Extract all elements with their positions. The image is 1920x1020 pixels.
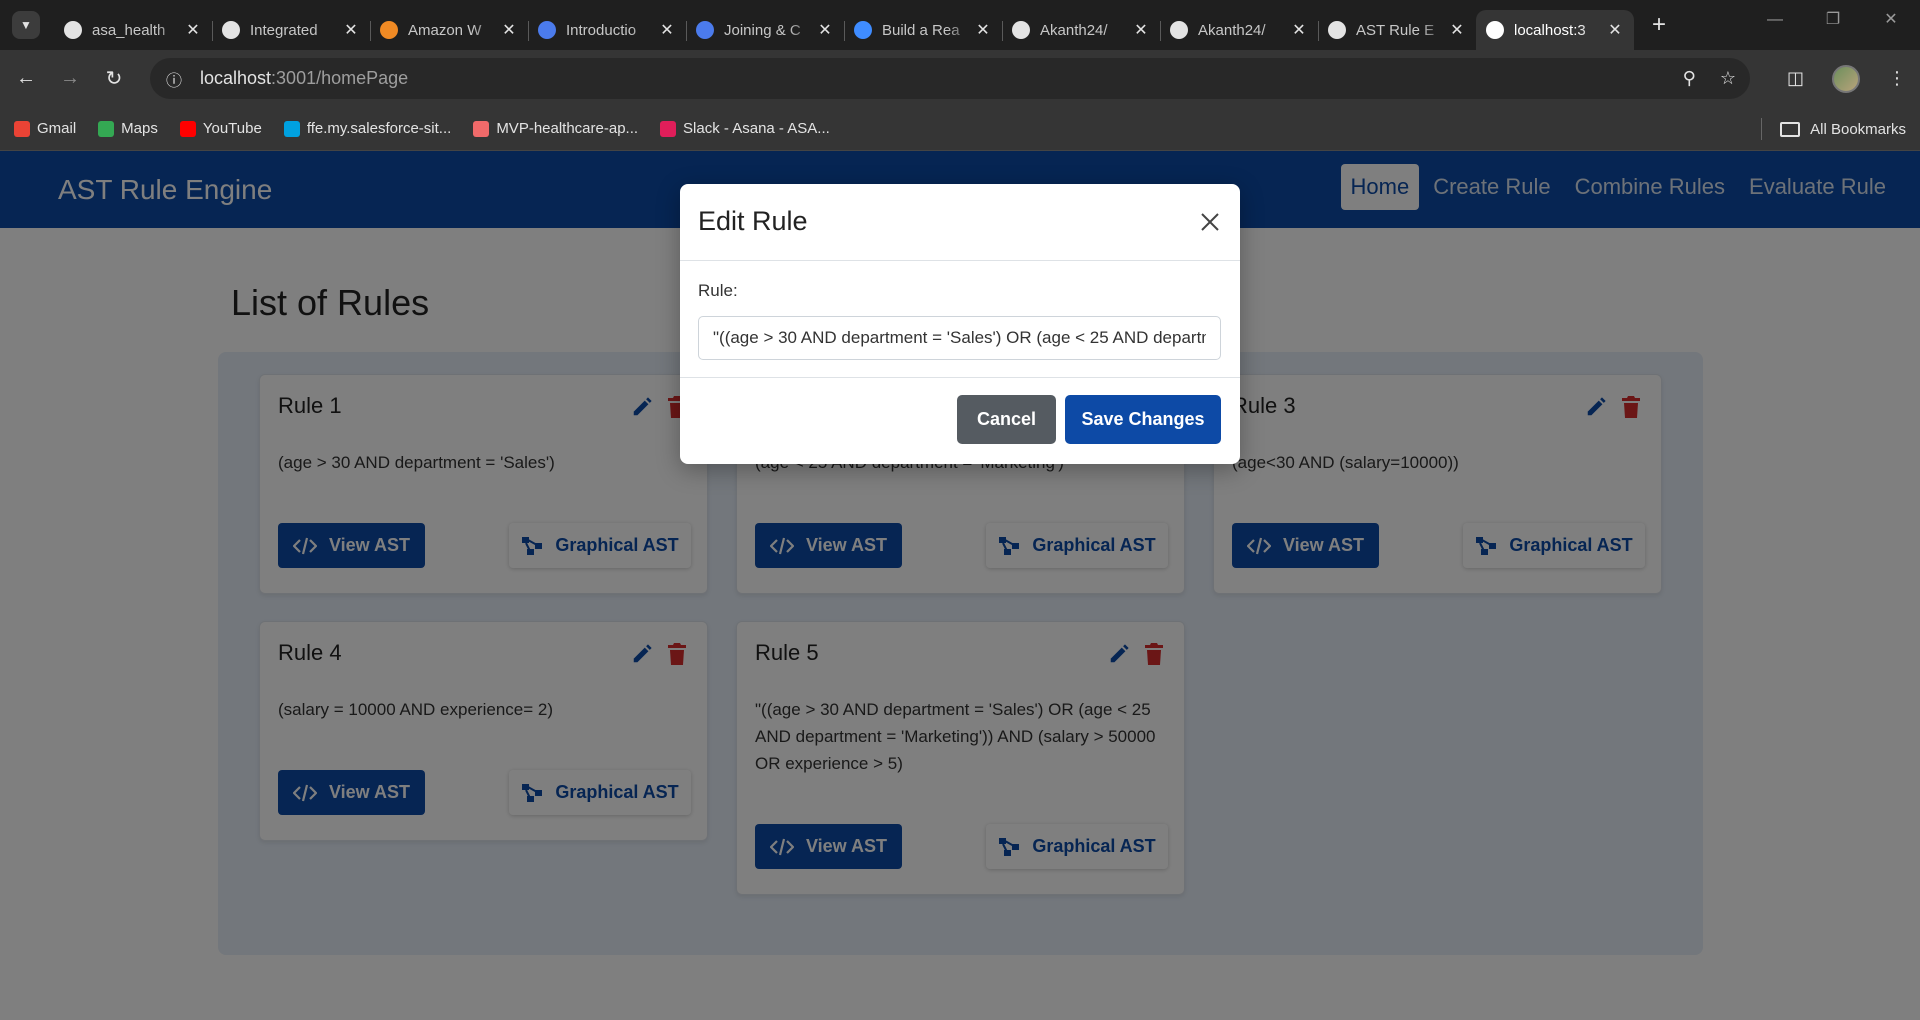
tab-list: asa_health ✕ Integrated ✕ Amazon W ✕ Introduct… xyxy=(54,0,1634,50)
rule-input[interactable] xyxy=(698,316,1221,360)
bookmark-favicon-icon xyxy=(283,120,300,137)
address-bar[interactable]: ⓘ localhost:3001/homePage ⚲ ☆ xyxy=(150,58,1750,99)
bookmark-item[interactable]: YouTube xyxy=(179,120,262,137)
tab-close-icon[interactable]: ✕ xyxy=(1606,20,1624,40)
tab-close-icon[interactable]: ✕ xyxy=(974,20,992,40)
aws-icon xyxy=(380,21,398,39)
browser-tab[interactable]: Integrated ✕ xyxy=(212,10,370,50)
site-info-icon[interactable]: ⓘ xyxy=(156,67,192,91)
bookmark-item[interactable]: Gmail xyxy=(14,120,76,137)
page-viewport: AST Rule Engine HomeCreate RuleCombine R… xyxy=(0,151,1920,1020)
browser-tab[interactable]: AST Rule E ✕ xyxy=(1318,10,1476,50)
browser-tab[interactable]: Akanth24/ ✕ xyxy=(1160,10,1318,50)
bookmark-star-icon[interactable]: ☆ xyxy=(1720,68,1736,89)
tab-close-icon[interactable]: ✕ xyxy=(184,20,202,40)
bookmarks-bar: Gmail Maps YouTube ffe.my.salesforce-sit...… xyxy=(0,107,1920,151)
browser-tab[interactable]: Build a Rea ✕ xyxy=(844,10,1002,50)
browser-tab[interactable]: localhost:3 ✕ xyxy=(1476,10,1634,50)
vercel-icon xyxy=(1486,21,1504,39)
browser-menu-icon[interactable]: ⋮ xyxy=(1888,68,1906,89)
browser-tab[interactable]: Amazon W ✕ xyxy=(370,10,528,50)
tab-search-button[interactable]: ▼ xyxy=(12,11,40,39)
tab-close-icon[interactable]: ✕ xyxy=(1132,20,1150,40)
github-icon xyxy=(1170,21,1188,39)
browser-toolbar: ← → ↻ ⓘ localhost:3001/homePage ⚲ ☆ ◫ ⋮ xyxy=(0,50,1920,107)
guide-icon xyxy=(696,21,714,39)
tab-title: Build a Rea xyxy=(882,21,960,39)
github-icon xyxy=(1012,21,1030,39)
bookmarks-separator xyxy=(1761,118,1763,140)
modal-body: Rule: xyxy=(680,261,1240,378)
bookmark-item[interactable]: Slack - Asana - ASA... xyxy=(660,120,830,137)
restore-button[interactable]: ❐ xyxy=(1804,0,1862,40)
bookmark-label: Slack - Asana - ASA... xyxy=(683,120,830,137)
minimize-button[interactable]: — xyxy=(1746,0,1804,40)
new-tab-button[interactable]: + xyxy=(1652,11,1666,39)
github-icon xyxy=(222,21,240,39)
browser-tab[interactable]: Introductio ✕ xyxy=(528,10,686,50)
bookmark-favicon-icon xyxy=(179,120,196,137)
close-window-button[interactable]: ✕ xyxy=(1862,0,1920,40)
bookmark-list: Gmail Maps YouTube ffe.my.salesforce-sit...… xyxy=(14,120,852,137)
bookmark-favicon-icon xyxy=(660,120,677,137)
rule-field-label: Rule: xyxy=(698,281,738,300)
url-text[interactable]: localhost:3001/homePage xyxy=(200,68,408,89)
tab-title: Akanth24/ xyxy=(1198,21,1266,39)
bookmark-item[interactable]: Maps xyxy=(98,120,158,137)
bookmark-label: MVP-healthcare-ap... xyxy=(496,120,639,137)
tab-close-icon[interactable]: ✕ xyxy=(342,20,360,40)
tab-title: Joining & C xyxy=(724,21,801,39)
tutorial-icon xyxy=(854,21,872,39)
tab-close-icon[interactable]: ✕ xyxy=(1448,20,1466,40)
reload-button[interactable]: ↻ xyxy=(96,61,132,97)
browser-tab-strip: ▼ asa_health ✕ Integrated ✕ Amazon W ✕ Introdu… xyxy=(0,0,1920,50)
tab-close-icon[interactable]: ✕ xyxy=(1290,20,1308,40)
back-button[interactable]: ← xyxy=(8,61,44,97)
folder-icon xyxy=(1780,121,1801,137)
all-bookmarks[interactable]: All Bookmarks xyxy=(1761,107,1906,151)
tab-close-icon[interactable]: ✕ xyxy=(816,20,834,40)
tab-title: Amazon W xyxy=(408,21,482,39)
window-controls: — ❐ ✕ xyxy=(1746,0,1920,40)
all-bookmarks-label: All Bookmarks xyxy=(1810,120,1906,138)
tab-title: asa_health xyxy=(92,21,166,39)
tab-close-icon[interactable]: ✕ xyxy=(658,20,676,40)
bookmark-favicon-icon xyxy=(14,120,30,137)
modal-title: Edit Rule xyxy=(698,206,808,236)
tab-title: Akanth24/ xyxy=(1040,21,1108,39)
bookmark-label: YouTube xyxy=(202,120,262,137)
bookmark-label: ffe.my.salesforce-sit... xyxy=(306,120,452,137)
browser-tab[interactable]: Akanth24/ ✕ xyxy=(1002,10,1160,50)
bookmark-item[interactable]: ffe.my.salesforce-sit... xyxy=(283,120,452,137)
tab-title: localhost:3 xyxy=(1514,21,1586,39)
bookmark-favicon-icon xyxy=(98,120,115,137)
close-icon[interactable] xyxy=(1194,206,1226,238)
url-host: localhost xyxy=(200,68,272,88)
tab-title: Introductio xyxy=(566,21,637,39)
zoom-icon[interactable]: ⚲ xyxy=(1683,68,1696,89)
bookmark-label: Maps xyxy=(121,120,158,137)
forward-button[interactable]: → xyxy=(52,61,88,97)
github-icon xyxy=(64,21,82,39)
profile-avatar[interactable] xyxy=(1832,64,1860,93)
tab-title: Integrated xyxy=(250,21,318,39)
cancel-button[interactable]: Cancel xyxy=(957,395,1056,444)
course-icon xyxy=(538,21,556,39)
bookmark-favicon-icon xyxy=(473,120,490,137)
browser-tab[interactable]: Joining & C ✕ xyxy=(686,10,844,50)
tab-title: AST Rule E xyxy=(1356,21,1435,39)
modal-header: Edit Rule xyxy=(680,184,1240,261)
bookmark-label: Gmail xyxy=(37,120,77,137)
url-path: :3001/homePage xyxy=(271,68,409,88)
browser-tab[interactable]: asa_health ✕ xyxy=(54,10,212,50)
edit-rule-modal: Edit Rule Rule: Cancel Save Changes xyxy=(680,184,1240,464)
save-changes-button[interactable]: Save Changes xyxy=(1065,395,1221,444)
chatgpt-icon xyxy=(1328,21,1346,39)
extensions-icon[interactable]: ◫ xyxy=(1787,68,1804,89)
bookmark-item[interactable]: MVP-healthcare-ap... xyxy=(473,120,638,137)
tab-close-icon[interactable]: ✕ xyxy=(500,20,518,40)
